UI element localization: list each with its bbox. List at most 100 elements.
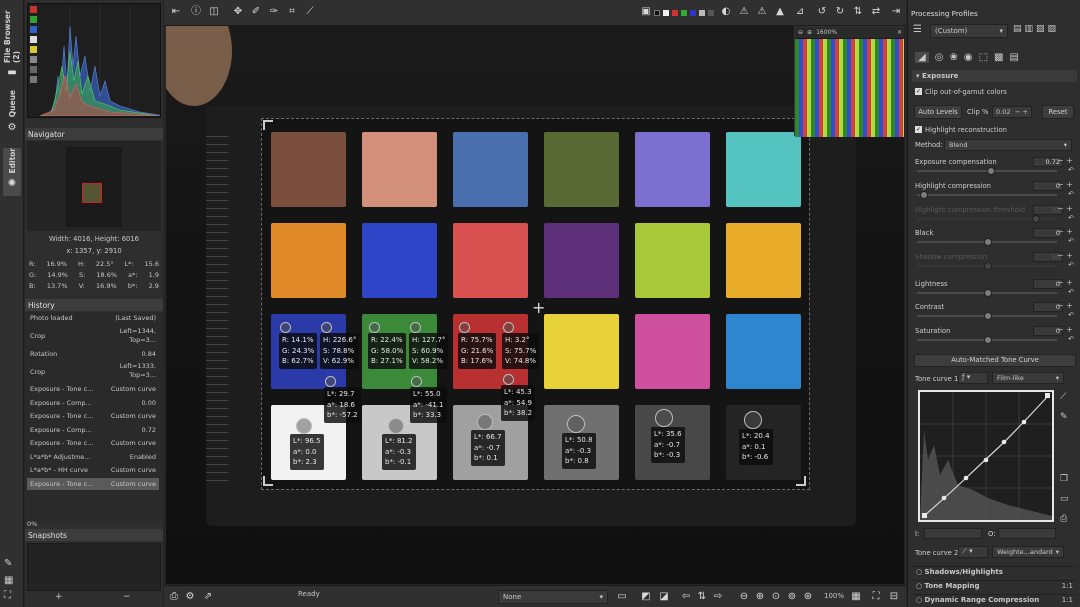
- slider-knob[interactable]: [984, 238, 992, 246]
- slider-stepper[interactable]: − +: [1057, 156, 1073, 165]
- rotate-left-icon[interactable]: ↺: [816, 6, 828, 18]
- color-patch[interactable]: [726, 223, 801, 298]
- color-patch[interactable]: [362, 223, 437, 298]
- green-preview-toggle[interactable]: [681, 10, 687, 16]
- history-item[interactable]: Exposure - Tone c... Custom curve: [27, 410, 159, 424]
- color-patch[interactable]: [635, 314, 710, 389]
- color-patch[interactable]: [635, 223, 710, 298]
- history-item[interactable]: Crop Left=1333, Top=3... Width=983, Heigh…: [27, 361, 159, 383]
- slider-track[interactable]: [917, 336, 1057, 344]
- curve-point[interactable]: [941, 495, 947, 501]
- zoom-fit-icon[interactable]: ⊙: [770, 591, 782, 603]
- slider-stepper[interactable]: − +: [1057, 301, 1073, 310]
- curve-point[interactable]: [983, 457, 989, 463]
- exposure-section-header[interactable]: ▾ Exposure: [912, 70, 1077, 82]
- zoom-out-icon[interactable]: ⊖: [738, 591, 750, 603]
- zoom-in-icon[interactable]: ⊕: [754, 591, 766, 603]
- slider-knob[interactable]: [984, 262, 992, 270]
- save-icon[interactable]: ⎙: [168, 591, 180, 603]
- raw-toggle[interactable]: [30, 56, 37, 63]
- hide-right-panel-icon[interactable]: ⇥: [890, 6, 902, 18]
- copy-curve-icon[interactable]: ❐: [1060, 474, 1069, 484]
- reset-icon[interactable]: ↶: [1068, 190, 1074, 198]
- list-icon[interactable]: ☰: [913, 24, 922, 35]
- picker-red-lab[interactable]: [503, 374, 514, 385]
- reset-icon[interactable]: ↶: [1068, 261, 1074, 269]
- previous-image-icon[interactable]: ⇦: [680, 591, 692, 603]
- tone-curve-editor[interactable]: [918, 390, 1054, 522]
- reset-icon[interactable]: ↶: [1068, 311, 1074, 319]
- history-item[interactable]: L*a*b* - HH curve Custom curve: [27, 464, 159, 478]
- collapsed-section[interactable]: ○ Shadows/Highlights: [912, 566, 1077, 578]
- slider-track[interactable]: [917, 167, 1057, 175]
- transform-tab-icon[interactable]: ⬚: [979, 52, 988, 63]
- slider-knob[interactable]: [984, 312, 992, 320]
- straighten-icon[interactable]: ⟋: [304, 6, 316, 18]
- curve-point[interactable]: [922, 513, 927, 518]
- clip-pct-input[interactable]: 0.02 − +: [992, 106, 1032, 118]
- blue-preview-toggle[interactable]: [690, 10, 696, 16]
- history-item[interactable]: Exposure - Comp... 0.72: [27, 424, 159, 437]
- color-patch[interactable]: [453, 132, 528, 207]
- rotate-right-icon[interactable]: ↻: [834, 6, 846, 18]
- slider-stepper[interactable]: − +: [1057, 251, 1073, 260]
- sharpening-preview-icon[interactable]: ▲: [774, 6, 786, 18]
- queue-icon[interactable]: ⚙: [184, 591, 196, 603]
- picker-green-lab[interactable]: [411, 376, 422, 387]
- red-preview-toggle[interactable]: [672, 10, 678, 16]
- slider-track[interactable]: [917, 262, 1057, 270]
- color-patch[interactable]: [635, 132, 710, 207]
- snapshots-header[interactable]: Snapshots: [25, 529, 163, 541]
- color-patch[interactable]: [271, 132, 346, 207]
- picker-green[interactable]: [369, 322, 380, 333]
- external-editor-icon[interactable]: ⇗: [202, 591, 214, 603]
- reset-icon[interactable]: ↶: [1068, 335, 1074, 343]
- focus-mask-toggle[interactable]: [708, 10, 714, 16]
- curve-point[interactable]: [1001, 439, 1007, 445]
- hide-left-panel-icon[interactable]: ⇤: [170, 6, 182, 18]
- collapsed-section[interactable]: ○ Tone Mapping 1:1: [912, 580, 1077, 592]
- navigator-thumbnail-area[interactable]: [27, 141, 161, 231]
- picker-gray-4[interactable]: [567, 415, 585, 433]
- zoom-out-icon[interactable]: ⊖: [798, 29, 803, 36]
- white-balance-picker-icon[interactable]: ✐: [250, 6, 262, 18]
- curve-point[interactable]: [1045, 393, 1050, 398]
- picker-gray-2[interactable]: [388, 418, 404, 434]
- history-item[interactable]: Exposure - Tone c... Custom curve: [27, 477, 159, 491]
- enable-toggle-icon[interactable]: ○: [916, 596, 925, 604]
- open-curve-icon[interactable]: ▭: [1060, 494, 1069, 504]
- rotate-icon[interactable]: ⊿: [794, 6, 806, 18]
- picker-gray-1[interactable]: [296, 418, 312, 434]
- mode-toggle[interactable]: [30, 76, 37, 83]
- curve-point[interactable]: [963, 475, 969, 481]
- curve-type-select[interactable]: ƒ ▾: [958, 372, 988, 384]
- fullscreen-toggle-icon[interactable]: ⛶: [870, 591, 882, 603]
- slider-track[interactable]: [917, 215, 1057, 223]
- picker-green-hsv[interactable]: [410, 322, 421, 333]
- raw-tab-icon[interactable]: ▩: [994, 52, 1003, 63]
- slider-stepper[interactable]: − +: [1057, 180, 1073, 189]
- picker-blue[interactable]: [280, 322, 291, 333]
- soft-proof-icon[interactable]: ◩: [640, 591, 652, 603]
- history-header[interactable]: History: [25, 299, 163, 311]
- red-channel-toggle[interactable]: [30, 6, 37, 13]
- curve2-type-select[interactable]: ⟋ ▾: [958, 546, 988, 558]
- method-select[interactable]: Blend ▾: [944, 139, 1072, 151]
- tab-file-browser[interactable]: File Browser (2) ▬: [3, 4, 21, 78]
- history-item[interactable]: Crop Left=1344, Top=3... Width=972, Heigh…: [27, 326, 159, 348]
- history-item[interactable]: Exposure - Comp... 0.00: [27, 397, 159, 410]
- color-patch[interactable]: [544, 223, 619, 298]
- picker-blue-hsv[interactable]: [321, 322, 332, 333]
- luminance-preview-toggle[interactable]: [699, 10, 705, 16]
- zoom-in-icon[interactable]: ⊕: [807, 29, 812, 36]
- color-patch[interactable]: [726, 314, 801, 389]
- blue-channel-toggle[interactable]: [30, 26, 37, 33]
- gamut-check-icon[interactable]: ◪: [658, 591, 670, 603]
- curve-input-field[interactable]: [924, 528, 982, 539]
- luminance-toggle[interactable]: [30, 36, 37, 43]
- info-icon[interactable]: ⓘ: [190, 6, 202, 18]
- exposure-tab-icon[interactable]: ◢: [915, 51, 929, 63]
- preview-mode-select[interactable]: None ▾: [498, 590, 608, 604]
- history-item[interactable]: L*a*b* Adjustme... Enabled: [27, 451, 159, 464]
- detail-preview[interactable]: ⊖ ⊕ 1600% ✕: [794, 26, 904, 137]
